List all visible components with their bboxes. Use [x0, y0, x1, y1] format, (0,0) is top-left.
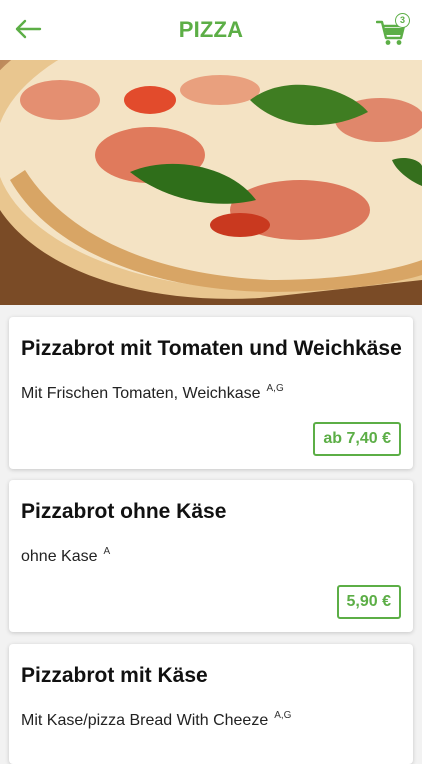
product-name: Pizzabrot ohne Käse	[21, 500, 227, 523]
product-card[interactable]: Pizzabrot ohne Käse ohne Kase A 5,90 €	[9, 480, 413, 632]
arrow-left-icon	[15, 19, 42, 39]
back-button[interactable]	[12, 14, 44, 44]
product-card[interactable]: Pizzabrot mit Käse Mit Kase/pizza Bread …	[9, 644, 413, 764]
cart-count-badge: 3	[395, 13, 410, 28]
top-bar: PIZZA 3	[0, 0, 422, 60]
product-card[interactable]: Pizzabrot mit Tomaten und Weichkäse Mit …	[9, 317, 413, 469]
product-description-text: ohne Kase	[21, 548, 98, 565]
product-description: Mit Kase/pizza Bread With Cheeze A,G	[21, 710, 292, 730]
product-description: ohne Kase A	[21, 546, 111, 566]
price-button[interactable]: ab 7,40 €	[313, 422, 401, 456]
page-title: PIZZA	[178, 17, 244, 42]
product-name: Pizzabrot mit Käse	[21, 664, 208, 687]
product-description: Mit Frischen Tomaten, Weichkase A,G	[21, 383, 284, 403]
category-hero-image	[0, 60, 422, 305]
allergen-codes: A,G	[274, 710, 292, 721]
product-description-text: Mit Kase/pizza Bread With Cheeze	[21, 712, 269, 729]
price-button[interactable]: 5,90 €	[336, 585, 401, 619]
product-name: Pizzabrot mit Tomaten und Weichkäse	[21, 337, 402, 360]
allergen-codes: A	[103, 546, 111, 557]
allergen-codes: A,G	[266, 383, 284, 394]
cart-button[interactable]: 3	[376, 12, 410, 46]
product-description-text: Mit Frischen Tomaten, Weichkase	[21, 385, 261, 402]
